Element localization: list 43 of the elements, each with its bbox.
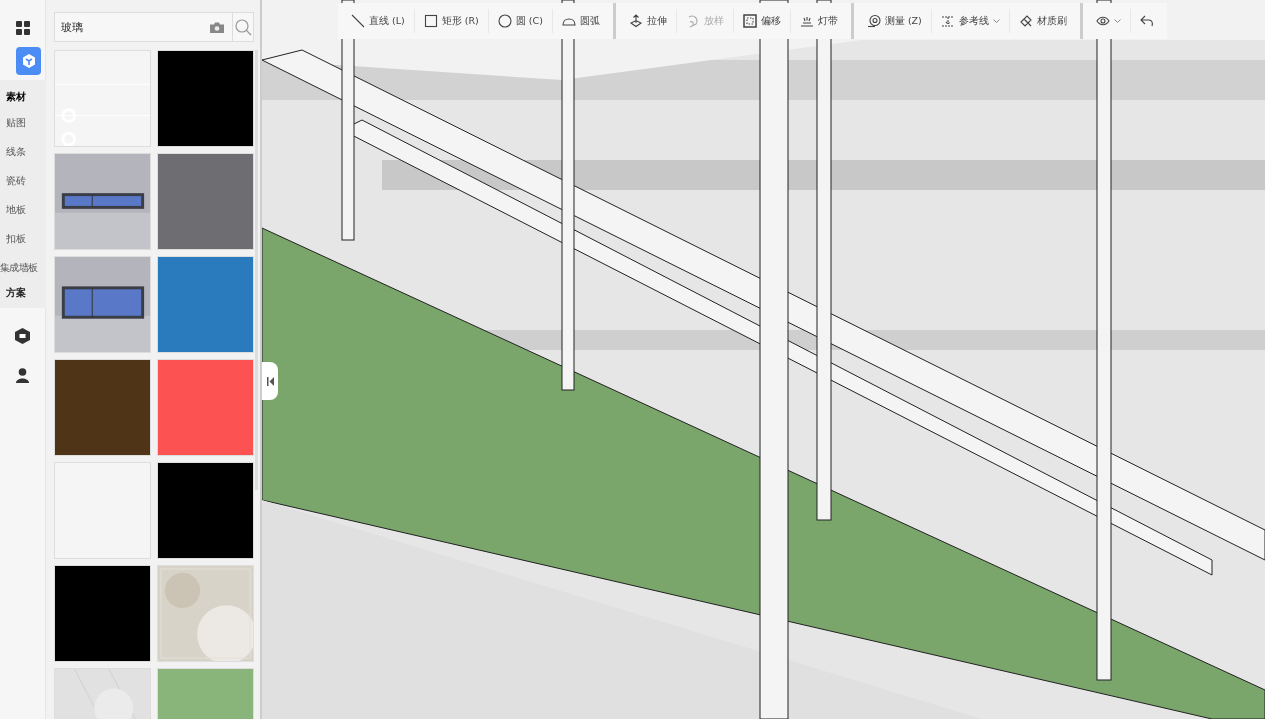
search-field[interactable]: 玻璃 [54,12,232,42]
nav-item[interactable]: 扣板 [0,224,46,253]
toolbar-button[interactable]: 拉伸 [619,9,677,33]
material-swatch[interactable] [157,153,254,250]
material-swatch[interactable] [54,462,151,559]
material-swatch[interactable] [54,565,151,662]
toolbar-button[interactable]: 参考线 [931,9,1010,33]
toolbar-button[interactable]: 材质刷 [1009,9,1076,33]
toolbar-button[interactable]: 矩形 (R) [414,9,489,33]
search-input[interactable]: 玻璃 [61,20,206,34]
nav-item[interactable]: 素材 [0,86,46,108]
hexagon-icon[interactable] [15,328,30,344]
material-swatch[interactable] [157,50,254,147]
cube-icon[interactable] [16,47,41,75]
toolbar-button[interactable]: 测量 (Z) [857,9,932,33]
nav-item[interactable]: 方案 [0,282,46,304]
circle-icon [497,14,512,28]
material-swatch[interactable] [157,256,254,353]
material-swatch[interactable] [54,359,151,456]
search-icon [234,18,252,36]
nav-item[interactable]: 地板 [0,195,46,224]
toolbar-button[interactable]: 圆弧 [552,9,609,33]
nav-item[interactable]: 集成墙板 [0,253,46,282]
nav-item[interactable]: 贴图 [0,108,46,137]
measure-icon [866,14,881,28]
undo-icon [1139,14,1154,28]
material-swatch[interactable] [157,462,254,559]
eye-icon [1095,14,1110,28]
toolbar-button[interactable]: 偏移 [733,9,791,33]
nav-item[interactable]: 瓷砖 [0,166,46,195]
collapse-icon [266,376,274,386]
toolbar-button[interactable]: 灯带 [790,9,847,33]
rect-icon [423,14,438,28]
lightstrip-icon [799,14,814,28]
person-icon[interactable] [16,368,29,383]
camera-icon[interactable] [210,21,224,33]
material-swatch[interactable] [157,359,254,456]
nav-item[interactable]: 线条 [0,137,46,166]
toolbar-button[interactable]: 直线 (L) [342,9,415,33]
collapse-handle[interactable] [262,362,278,400]
toolbar-button[interactable]: 圆 (C) [488,9,553,33]
line-icon [351,14,365,28]
search-button[interactable] [232,12,254,42]
